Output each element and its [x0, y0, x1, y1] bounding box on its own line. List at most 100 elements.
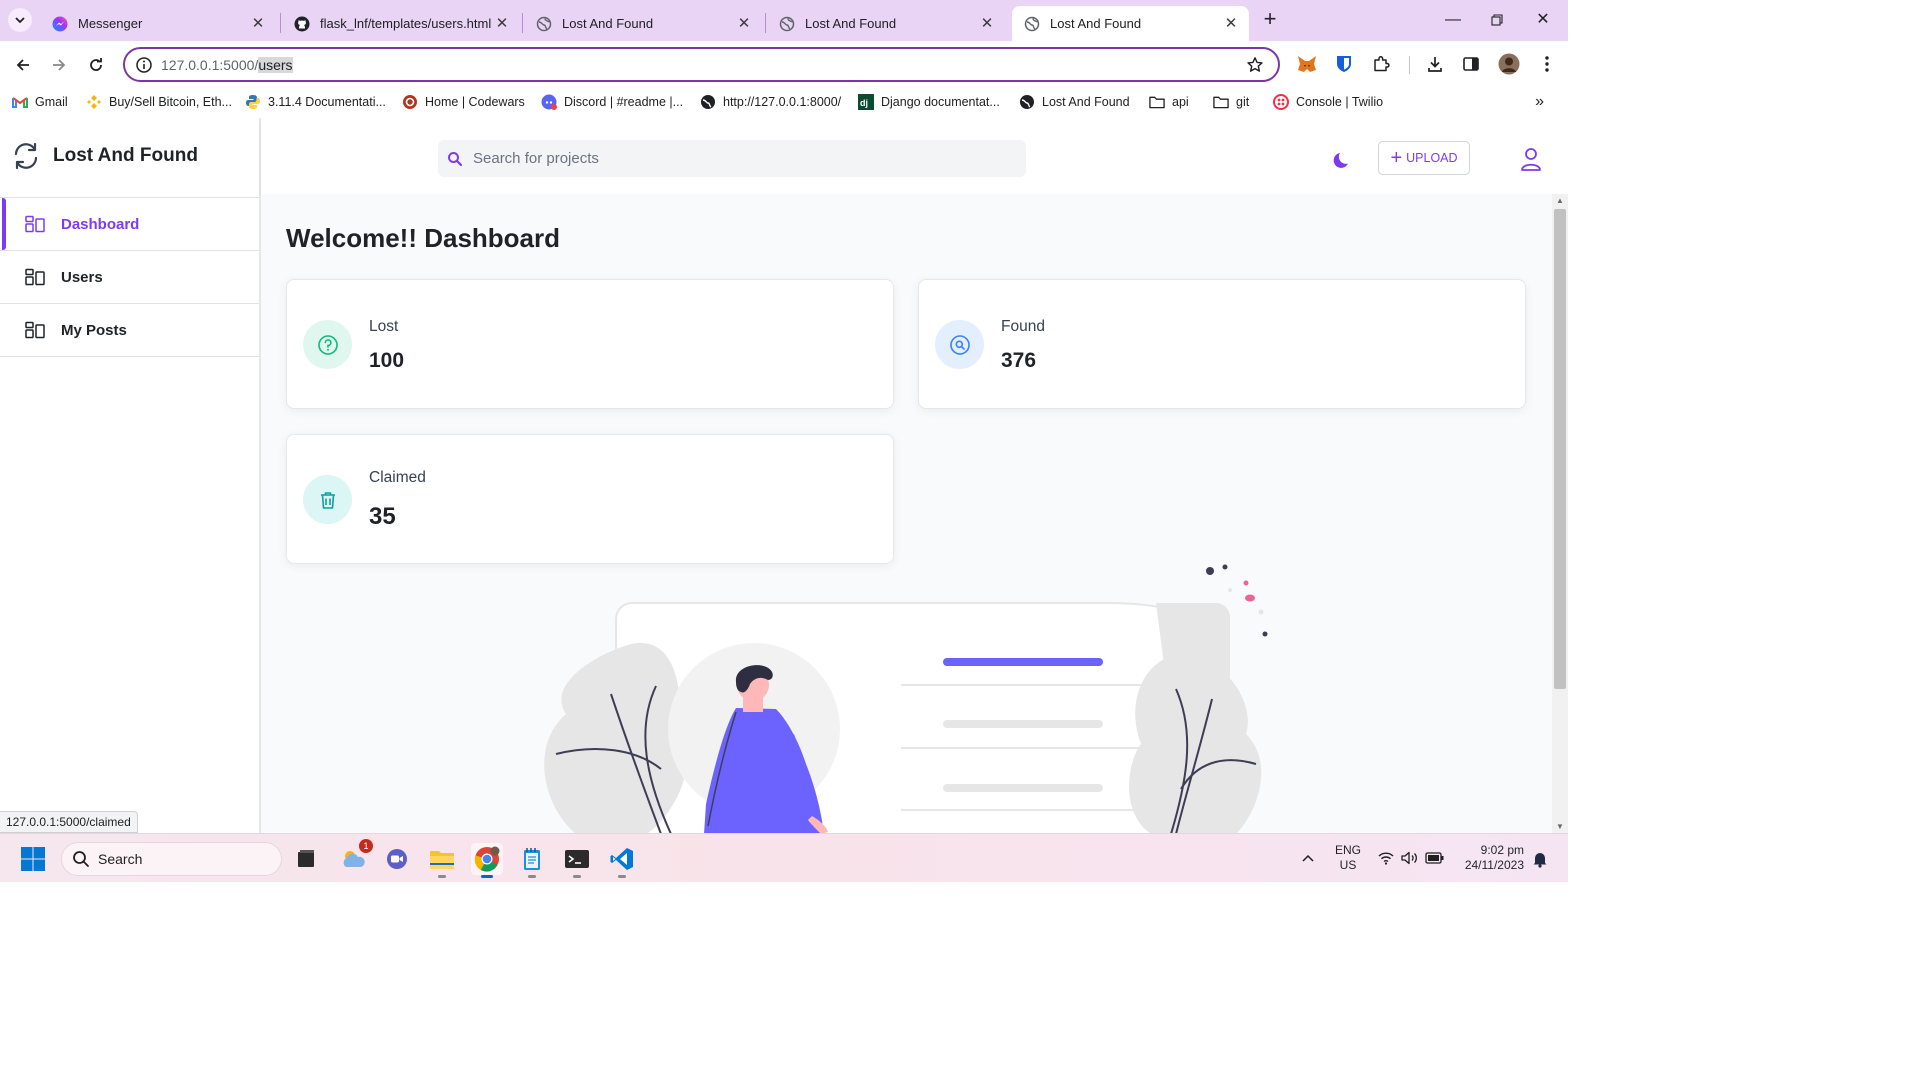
stat-card-found[interactable]: Found 376 [918, 279, 1526, 409]
bookmark-binance[interactable]: Buy/Sell Bitcoin, Eth... [86, 94, 232, 110]
notepad-icon [524, 848, 540, 870]
dashboard-icon [25, 268, 45, 286]
running-indicator [528, 875, 536, 878]
bookmark-label: Console | Twilio [1296, 95, 1384, 109]
brand[interactable]: Lost And Found [10, 140, 198, 172]
refresh-logo-icon [14, 142, 38, 170]
stat-value: 376 [1001, 349, 1037, 372]
bookmark-star-icon[interactable] [1246, 56, 1264, 74]
back-button[interactable] [10, 52, 36, 78]
scroll-down-icon[interactable]: ▼ [1556, 822, 1564, 831]
github-icon [294, 16, 310, 32]
sidebar-nav: Dashboard Users My Posts [0, 197, 259, 357]
minimize-icon[interactable]: — [1438, 8, 1468, 32]
more-bookmarks-icon[interactable]: » [1535, 93, 1544, 111]
sidebar-item-dashboard[interactable]: Dashboard [0, 198, 259, 251]
taskbar-terminal[interactable] [561, 843, 593, 878]
taskbar-vscode[interactable] [606, 843, 638, 878]
bookmark-localhost-8000[interactable]: http://127.0.0.1:8000/ [700, 94, 841, 110]
taskbar-chrome[interactable] [471, 843, 503, 878]
browser-tab-github[interactable]: flask_lnf/templates/users.html at ✕ [282, 6, 520, 41]
bookmarks-bar: Gmail Buy/Sell Bitcoin, Eth... 3.11.4 Do… [0, 88, 1568, 118]
upload-button[interactable]: + UPLOAD [1378, 141, 1470, 175]
arrow-left-icon [16, 59, 29, 71]
bookmark-twilio[interactable]: Console | Twilio [1273, 94, 1383, 110]
search-input[interactable] [473, 150, 1013, 167]
taskbar-file-explorer[interactable] [426, 843, 458, 878]
stat-label: Found [1001, 318, 1045, 335]
browser-tab-lost-and-found-active[interactable]: Lost And Found ✕ [1012, 6, 1249, 41]
more-menu-icon[interactable] [1536, 53, 1558, 75]
browser-tab-lost-and-found-2[interactable]: Lost And Found ✕ [767, 6, 1005, 41]
side-panel-icon[interactable] [1460, 53, 1482, 75]
input-language[interactable]: ENG US [1335, 843, 1361, 873]
close-tab-icon[interactable]: ✕ [494, 15, 510, 32]
sidebar-item-my-posts[interactable]: My Posts [0, 304, 259, 357]
bookmark-python-docs[interactable]: 3.11.4 Documentati... [245, 94, 386, 110]
close-tab-icon[interactable]: ✕ [979, 15, 995, 32]
bookmark-lost-and-found[interactable]: Lost And Found [1019, 94, 1130, 110]
bookmark-label: Gmail [35, 95, 68, 109]
stat-card-lost[interactable]: Lost 100 [286, 279, 894, 409]
taskbar-task-view[interactable] [290, 843, 322, 875]
dashboard-icon [25, 321, 45, 339]
extensions-icon[interactable] [1370, 53, 1392, 75]
url-path: users [258, 57, 293, 73]
site-info-icon[interactable] [135, 56, 153, 74]
address-bar[interactable]: 127.0.0.1:5000/users [123, 47, 1280, 82]
top-header: + UPLOAD [261, 118, 1568, 194]
avatar[interactable] [1498, 53, 1520, 75]
browser-tab-messenger[interactable]: Messenger ✕ [40, 6, 276, 41]
sidebar-item-users[interactable]: Users [0, 251, 259, 304]
welcome-illustration [544, 564, 1268, 833]
search-bar[interactable] [438, 140, 1026, 177]
bookmark-gmail[interactable]: Gmail [12, 94, 68, 110]
close-tab-icon[interactable]: ✕ [1223, 15, 1239, 32]
new-tab-button[interactable]: + [1259, 8, 1281, 31]
download-icon[interactable] [1424, 53, 1446, 75]
bookmark-folder-git[interactable]: git [1213, 94, 1249, 110]
chevron-up-icon[interactable] [1301, 853, 1315, 863]
notification-badge: 1 [359, 839, 373, 853]
tab-search-button[interactable] [8, 8, 32, 32]
close-tab-icon[interactable]: ✕ [250, 15, 266, 32]
web-app: Lost And Found Dashboard Users My Posts … [0, 118, 1568, 833]
bookmark-codewars[interactable]: Home | Codewars [402, 94, 525, 110]
folder-icon [430, 851, 454, 869]
clock-date: 24/11/2023 [1464, 858, 1524, 872]
metamask-icon[interactable] [1296, 53, 1318, 75]
stat-card-claimed[interactable]: Claimed 35 [286, 434, 894, 564]
close-tab-icon[interactable]: ✕ [736, 15, 752, 32]
wifi-icon[interactable] [1378, 851, 1394, 865]
windows-taskbar: Search 1 ENG US 9:02 pm 24/11/2023 [0, 833, 1568, 882]
scrollbar-thumb[interactable] [1554, 209, 1566, 689]
task-view-icon [298, 850, 314, 867]
user-profile-icon[interactable] [1520, 147, 1542, 171]
video-chat-icon [387, 849, 407, 869]
system-clock[interactable]: 9:02 pm 24/11/2023 [1458, 843, 1524, 873]
tab-title: Messenger [78, 16, 143, 31]
restore-icon[interactable] [1482, 8, 1512, 32]
notification-bell-icon[interactable] [1532, 850, 1548, 868]
bookmark-label: http://127.0.0.1:8000/ [723, 95, 842, 109]
vertical-scrollbar[interactable]: ▲ ▼ [1552, 194, 1568, 833]
taskbar-meet[interactable] [381, 843, 413, 875]
reload-button[interactable] [83, 52, 109, 78]
scroll-up-icon[interactable]: ▲ [1556, 196, 1564, 205]
folder-icon [1213, 94, 1229, 110]
browser-tab-lost-and-found-1[interactable]: Lost And Found ✕ [524, 6, 762, 41]
battery-icon[interactable] [1425, 851, 1445, 865]
volume-icon[interactable] [1401, 851, 1419, 865]
bitwarden-icon[interactable] [1333, 53, 1355, 75]
close-window-icon[interactable]: ✕ [1528, 8, 1558, 32]
bookmark-django-docs[interactable]: dj Django documentat... [858, 94, 1000, 110]
bookmark-label: api [1172, 95, 1189, 109]
taskbar-search[interactable]: Search [61, 842, 282, 876]
bookmark-discord[interactable]: Discord | #readme |... [541, 94, 683, 110]
bookmark-folder-api[interactable]: api [1149, 94, 1189, 110]
forward-button[interactable] [46, 52, 72, 78]
moon-icon[interactable] [1333, 150, 1353, 170]
windows-start-icon[interactable] [20, 846, 46, 872]
taskbar-weather[interactable]: 1 [337, 839, 373, 875]
taskbar-notepad[interactable] [516, 843, 548, 878]
